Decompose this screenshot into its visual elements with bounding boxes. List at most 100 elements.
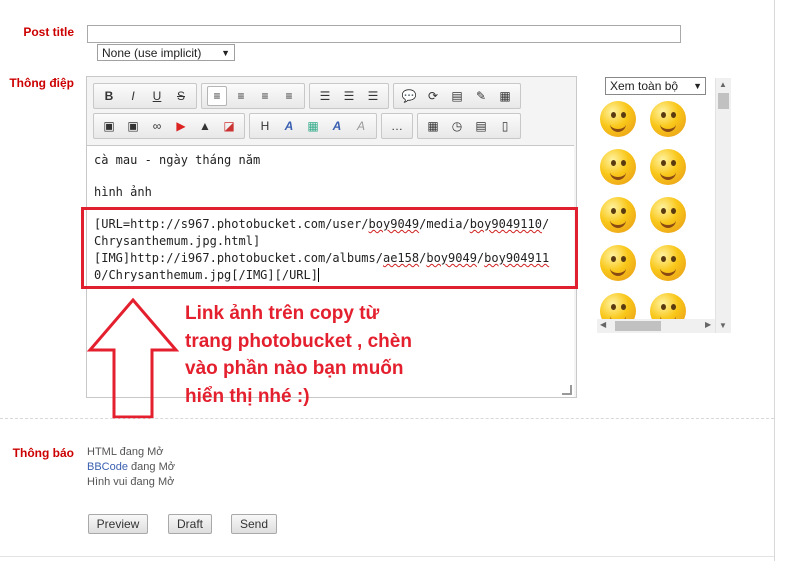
- heading-button[interactable]: H: [255, 116, 275, 136]
- youtube-button[interactable]: ▶: [171, 116, 191, 136]
- annotation-line: hiển thị nhé :): [185, 385, 310, 407]
- strikethrough-button[interactable]: S: [171, 86, 191, 106]
- numbered-list-button[interactable]: ☰: [339, 86, 359, 106]
- highlight-box: [81, 207, 578, 289]
- smiley-feature: [621, 256, 626, 262]
- notice-smilies-status: đang Mở: [130, 476, 175, 488]
- code-button[interactable]: ⟳: [423, 86, 443, 106]
- notice-bbcode-status: đang Mở: [131, 461, 175, 473]
- notice-smilies: Hình vui đang Mở: [87, 476, 174, 488]
- paste-button[interactable]: ▤: [471, 116, 491, 136]
- italic-button[interactable]: I: [123, 86, 143, 106]
- note-button[interactable]: ▤: [447, 86, 467, 106]
- smiley-feature: [661, 112, 666, 118]
- smiley-feature: [610, 218, 626, 228]
- align-left-button[interactable]: ≡: [207, 86, 227, 106]
- smiley-feature: [660, 122, 676, 132]
- smiley-feature: [611, 304, 616, 310]
- laugh-smiley-icon[interactable]: [650, 101, 686, 137]
- scrollbar-thumb[interactable]: [615, 321, 661, 331]
- wink-smiley-icon[interactable]: [600, 245, 636, 281]
- annotation-line: vào phần nào bạn muốn: [185, 358, 404, 379]
- smiley-feature: [661, 208, 666, 214]
- scroll-up-icon[interactable]: ▲: [719, 80, 727, 89]
- smilies-panel: [597, 97, 709, 319]
- font-size-button[interactable]: A: [279, 116, 299, 136]
- dizzy-smiley-icon[interactable]: [600, 293, 636, 319]
- smilies-filter-select[interactable]: Xem toàn bộ ▼: [605, 77, 706, 95]
- smiley-feature: [661, 256, 666, 262]
- bullet-list-button[interactable]: ☰: [315, 86, 335, 106]
- draft-button[interactable]: Draft: [168, 514, 212, 534]
- big-grin-smiley-icon[interactable]: [650, 245, 686, 281]
- notice-bbcode: BBCode đang Mở: [87, 461, 175, 473]
- smiley-feature: [671, 304, 676, 310]
- toolbar-group: BIUS: [93, 83, 197, 109]
- underline-button[interactable]: U: [147, 86, 167, 106]
- smiley-feature: [671, 208, 676, 214]
- align-center-button[interactable]: ≡: [231, 86, 251, 106]
- preview-button[interactable]: Preview: [88, 514, 148, 534]
- grin-smiley-icon[interactable]: [650, 149, 686, 185]
- smiley-feature: [611, 256, 616, 262]
- image-button[interactable]: ▣: [99, 116, 119, 136]
- toolbar-group: ☰ ☰ ☰: [309, 83, 389, 109]
- font-button[interactable]: A: [327, 116, 347, 136]
- post-title-label: Post title: [23, 25, 74, 39]
- bbcode-link[interactable]: BBCode: [87, 461, 128, 473]
- post-title-input[interactable]: [87, 25, 681, 43]
- toolbar-group: ▦ ◷ ▤ ▯: [417, 113, 521, 139]
- smiley-feature: [621, 208, 626, 214]
- notices-label: Thông báo: [12, 446, 74, 460]
- calendar-button[interactable]: ▦: [423, 116, 443, 136]
- clock-button[interactable]: ◷: [447, 116, 467, 136]
- editor-line: cà mau - ngày tháng năm: [94, 153, 261, 167]
- chevron-down-icon: ▼: [693, 81, 702, 91]
- link-button[interactable]: ∞: [147, 116, 167, 136]
- annotation-line: Link ảnh trên copy từ: [185, 303, 380, 324]
- scroll-down-icon[interactable]: ▼: [719, 321, 727, 330]
- smiley-feature: [671, 160, 676, 166]
- blush-smiley-icon[interactable]: [600, 149, 636, 185]
- scroll-left-icon[interactable]: ◀: [600, 320, 606, 329]
- image-upload-button[interactable]: ▣: [123, 116, 143, 136]
- smiley-feature: [621, 160, 626, 166]
- smilies-horizontal-scrollbar[interactable]: ◀ ▶: [597, 319, 715, 333]
- horizontal-rule-button[interactable]: ☰: [363, 86, 383, 106]
- justify-button[interactable]: ≡: [279, 86, 299, 106]
- smiley-feature: [611, 208, 616, 214]
- prefix-select[interactable]: None (use implicit) ▼: [97, 44, 235, 61]
- scroll-right-icon[interactable]: ▶: [705, 320, 711, 329]
- document-button[interactable]: ▯: [495, 116, 515, 136]
- cry-smiley-icon[interactable]: [650, 293, 686, 319]
- quote-button[interactable]: 💬: [399, 86, 419, 106]
- remove-format-button[interactable]: A: [351, 116, 371, 136]
- smilies-vertical-scrollbar[interactable]: ▲ ▼: [715, 78, 731, 333]
- smilies-filter-value: Xem toàn bộ: [610, 79, 679, 93]
- smile-smiley-icon[interactable]: [600, 101, 636, 137]
- smiley-feature: [671, 112, 676, 118]
- smiley-feature: [661, 304, 666, 310]
- more-button[interactable]: …: [387, 116, 407, 136]
- form-bottom-border: [0, 556, 774, 557]
- annotation-line: trang photobucket , chèn: [185, 330, 412, 352]
- align-right-button[interactable]: ≡: [255, 86, 275, 106]
- edit-button[interactable]: ✎: [471, 86, 491, 106]
- table-button[interactable]: ▦: [495, 86, 515, 106]
- bold-button[interactable]: B: [99, 86, 119, 106]
- message-label: Thông điệp: [9, 76, 74, 90]
- resize-grip[interactable]: [562, 385, 572, 395]
- toolbar-group: H A ▦ A A: [249, 113, 377, 139]
- attach-button[interactable]: ▲: [195, 116, 215, 136]
- smiley-feature: [660, 266, 676, 276]
- smiley-feature: [621, 304, 626, 310]
- up-arrow-annotation: [86, 297, 180, 419]
- prefix-select-value: None (use implicit): [102, 46, 202, 60]
- color-button[interactable]: ▦: [303, 116, 323, 136]
- angry-smiley-icon[interactable]: [650, 197, 686, 233]
- scrollbar-thumb[interactable]: [718, 93, 729, 109]
- send-button[interactable]: Send: [231, 514, 277, 534]
- notice-html-status: đang Mở: [119, 446, 164, 458]
- pdf-button[interactable]: ◪: [219, 116, 239, 136]
- nervous-smiley-icon[interactable]: [600, 197, 636, 233]
